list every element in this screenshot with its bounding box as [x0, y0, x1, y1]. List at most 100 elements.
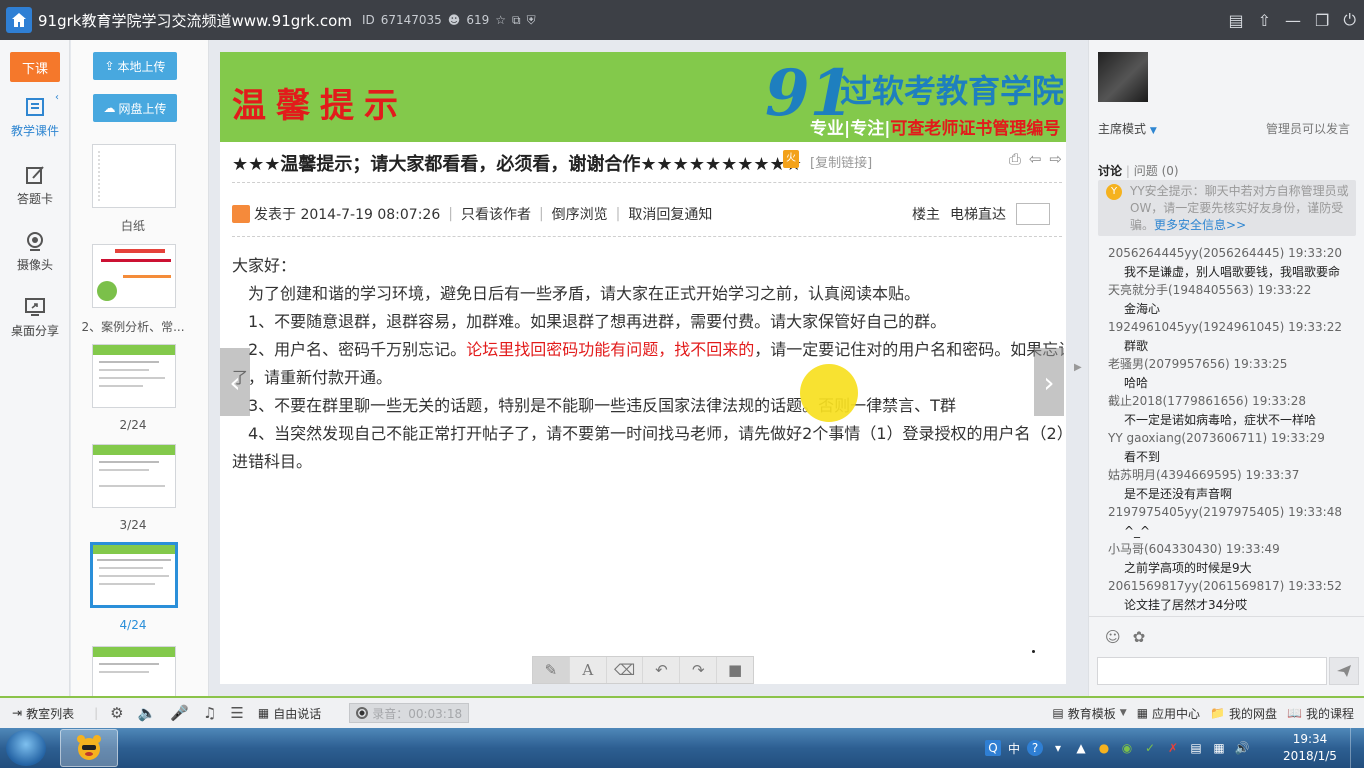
- chat-msg-head[interactable]: 2197975405yy(2197975405) 19:33:48: [1089, 503, 1364, 522]
- slide-thumb-5[interactable]: [92, 646, 176, 696]
- shield-icon[interactable]: ⛨: [527, 13, 536, 28]
- host-avatar[interactable]: [1098, 52, 1148, 102]
- rail-desktop-share[interactable]: 桌面分享: [0, 296, 70, 339]
- yy-tray-icon[interactable]: ●: [1096, 740, 1112, 756]
- slide-thumb-blank[interactable]: [92, 144, 176, 208]
- wechat-tray-icon[interactable]: ◉: [1119, 740, 1135, 756]
- close-power-button[interactable]: ⏻: [1343, 10, 1356, 30]
- chat-msg-head[interactable]: 老骚男(2079957656) 19:33:25: [1089, 355, 1364, 374]
- elevator-input[interactable]: [1016, 203, 1050, 225]
- rail-answer-card[interactable]: 答题卡: [0, 164, 70, 207]
- record-time: 录音：00:03:18: [372, 706, 463, 721]
- chat-msg-head[interactable]: 天亮就分手(1948405563) 19:33:22: [1089, 281, 1364, 300]
- slide-thumb-1[interactable]: [92, 244, 176, 308]
- chat-tabs: 讨论 | 问题 (0): [1098, 164, 1179, 178]
- my-disk-button[interactable]: 📁 我的网盘: [1210, 705, 1277, 722]
- music-icon[interactable]: ♫: [203, 704, 216, 722]
- app-center-button[interactable]: ▦ 应用中心: [1137, 705, 1200, 722]
- tab-discuss[interactable]: 讨论: [1098, 164, 1122, 178]
- help-icon[interactable]: ?: [1027, 740, 1044, 756]
- next-slide-button[interactable]: ›: [1034, 348, 1064, 416]
- equalizer-icon[interactable]: ☰: [230, 704, 243, 722]
- tab-question[interactable]: 问题: [1134, 164, 1158, 178]
- upload-icon[interactable]: ⇧: [1258, 11, 1271, 30]
- laser-pointer-highlight: [800, 364, 858, 422]
- speaker-icon[interactable]: 🔈: [138, 704, 157, 722]
- edu-template-button[interactable]: ▤ 教育模板 ▼: [1052, 705, 1126, 722]
- mode-selector[interactable]: 主席模式 ▼: [1098, 120, 1157, 137]
- send-button[interactable]: [1329, 657, 1359, 685]
- maximize-button[interactable]: ❐: [1315, 11, 1329, 30]
- chat-msg-head[interactable]: 截止2018(1779861656) 19:33:28: [1089, 392, 1364, 411]
- prev-slide-button[interactable]: ‹: [220, 348, 250, 416]
- chat-msg-body: 金海心: [1124, 302, 1161, 316]
- security-tray-icon[interactable]: ✓: [1142, 740, 1158, 756]
- ime-indicator[interactable]: 中: [1008, 740, 1020, 757]
- chat-msg-head[interactable]: YY gaoxiang(2073606711) 19:33:29: [1089, 429, 1364, 448]
- undo-icon[interactable]: ↶: [643, 657, 681, 683]
- slide-thumb-2[interactable]: [92, 344, 176, 408]
- error-tray-icon[interactable]: ✗: [1165, 740, 1181, 756]
- taskbar-clock[interactable]: 19:34 2018/1/5: [1280, 731, 1340, 765]
- network-icon[interactable]: ▦: [1211, 740, 1227, 756]
- yy-bear-icon: [77, 735, 101, 760]
- volume-icon[interactable]: 🔊: [1234, 740, 1250, 756]
- lock-icon[interactable]: ■: [717, 657, 753, 683]
- chat-msg-head[interactable]: 姑苏明月(4394669595) 19:33:37: [1089, 466, 1364, 485]
- slide-label-blank: 白纸: [120, 219, 145, 233]
- microphone-icon[interactable]: 🎤: [170, 704, 189, 722]
- cloud-upload-button[interactable]: ☁ 网盘上传: [93, 94, 177, 122]
- print-icon[interactable]: ⎙: [1009, 150, 1021, 168]
- tray-expand-icon[interactable]: ▲: [1073, 740, 1089, 756]
- home-icon[interactable]: [6, 7, 32, 33]
- chat-msg-head[interactable]: 2061569817yy(2061569817) 19:33:52: [1089, 577, 1364, 596]
- chat-msg-head[interactable]: 小马哥(604330430) 19:33:49: [1089, 540, 1364, 559]
- slide-thumb-3[interactable]: [92, 444, 176, 508]
- chat-msg-head[interactable]: 1924961045yy(1924961045) 19:33:22: [1089, 318, 1364, 337]
- chat-msg-body: ^_^: [1124, 524, 1151, 538]
- rail-courseware[interactable]: 教学课件: [0, 96, 70, 139]
- panel-collapse-icon[interactable]: ▶: [1074, 362, 1082, 373]
- rail-camera[interactable]: 摄像头: [0, 230, 70, 273]
- favorite-star-icon[interactable]: ☆: [495, 13, 506, 27]
- device-tray-icon[interactable]: ▤: [1188, 740, 1204, 756]
- show-desktop-button[interactable]: [1350, 728, 1364, 768]
- cancel-notify-link[interactable]: 取消回复通知: [628, 204, 712, 224]
- chat-msg-head[interactable]: 2056264445yy(2056264445) 19:33:20: [1089, 244, 1364, 263]
- ime-settings-icon[interactable]: ▾: [1050, 740, 1066, 756]
- collapse-chevron-icon[interactable]: ‹: [55, 92, 59, 103]
- chat-input[interactable]: [1097, 657, 1327, 685]
- eraser-icon[interactable]: ⌫: [607, 657, 644, 683]
- only-author-link[interactable]: 只看该作者: [461, 204, 531, 224]
- list-icon[interactable]: ▤: [1228, 11, 1243, 30]
- text-tool-icon[interactable]: A: [570, 657, 607, 683]
- post-line-6: 4、当突然发现自己不能正常打开帖子了，请不要第一时间找马老师，请先做好2个事情（…: [248, 424, 1064, 443]
- chevron-down-icon: ▼: [1149, 126, 1157, 136]
- emoji-icon[interactable]: ☺: [1105, 628, 1121, 646]
- end-class-button[interactable]: 下课: [10, 52, 60, 82]
- recording-indicator[interactable]: 录音：00:03:18: [349, 703, 470, 723]
- my-course-button[interactable]: 📖 我的课程: [1287, 705, 1354, 722]
- room-list-button[interactable]: ⇥ 教室列表: [12, 705, 74, 722]
- prev-arrow-icon[interactable]: ⇦: [1029, 150, 1042, 168]
- taskbar-yy-app[interactable]: [60, 729, 118, 767]
- rail-desktop-share-label: 桌面分享: [10, 324, 59, 338]
- security-link[interactable]: 更多安全信息>>: [1154, 218, 1246, 232]
- local-upload-button[interactable]: ⇪ 本地上传: [93, 52, 177, 80]
- minimize-button[interactable]: —: [1285, 11, 1301, 30]
- next-arrow-icon[interactable]: ⇨: [1049, 150, 1062, 168]
- flower-icon[interactable]: ✿: [1133, 628, 1146, 646]
- chat-msg-body: 群歌: [1124, 339, 1149, 353]
- redo-icon[interactable]: ↷: [680, 657, 718, 683]
- copy-link[interactable]: [复制链接]: [810, 152, 872, 171]
- free-talk-button[interactable]: ▦ 自由说话: [258, 705, 321, 722]
- reverse-order-link[interactable]: 倒序浏览: [552, 204, 608, 224]
- search-q-icon[interactable]: Q: [985, 740, 1001, 756]
- settings-gear-icon[interactable]: ⚙: [110, 704, 123, 722]
- slide-thumb-4-current[interactable]: [90, 542, 178, 608]
- post-greeting: 大家好：: [232, 256, 297, 275]
- share-icon[interactable]: ⧉: [512, 13, 521, 28]
- windows-start-button[interactable]: [6, 730, 46, 766]
- tagline-red: 可查老师证书管理编号: [890, 119, 1061, 139]
- brush-icon[interactable]: ✎: [533, 657, 570, 683]
